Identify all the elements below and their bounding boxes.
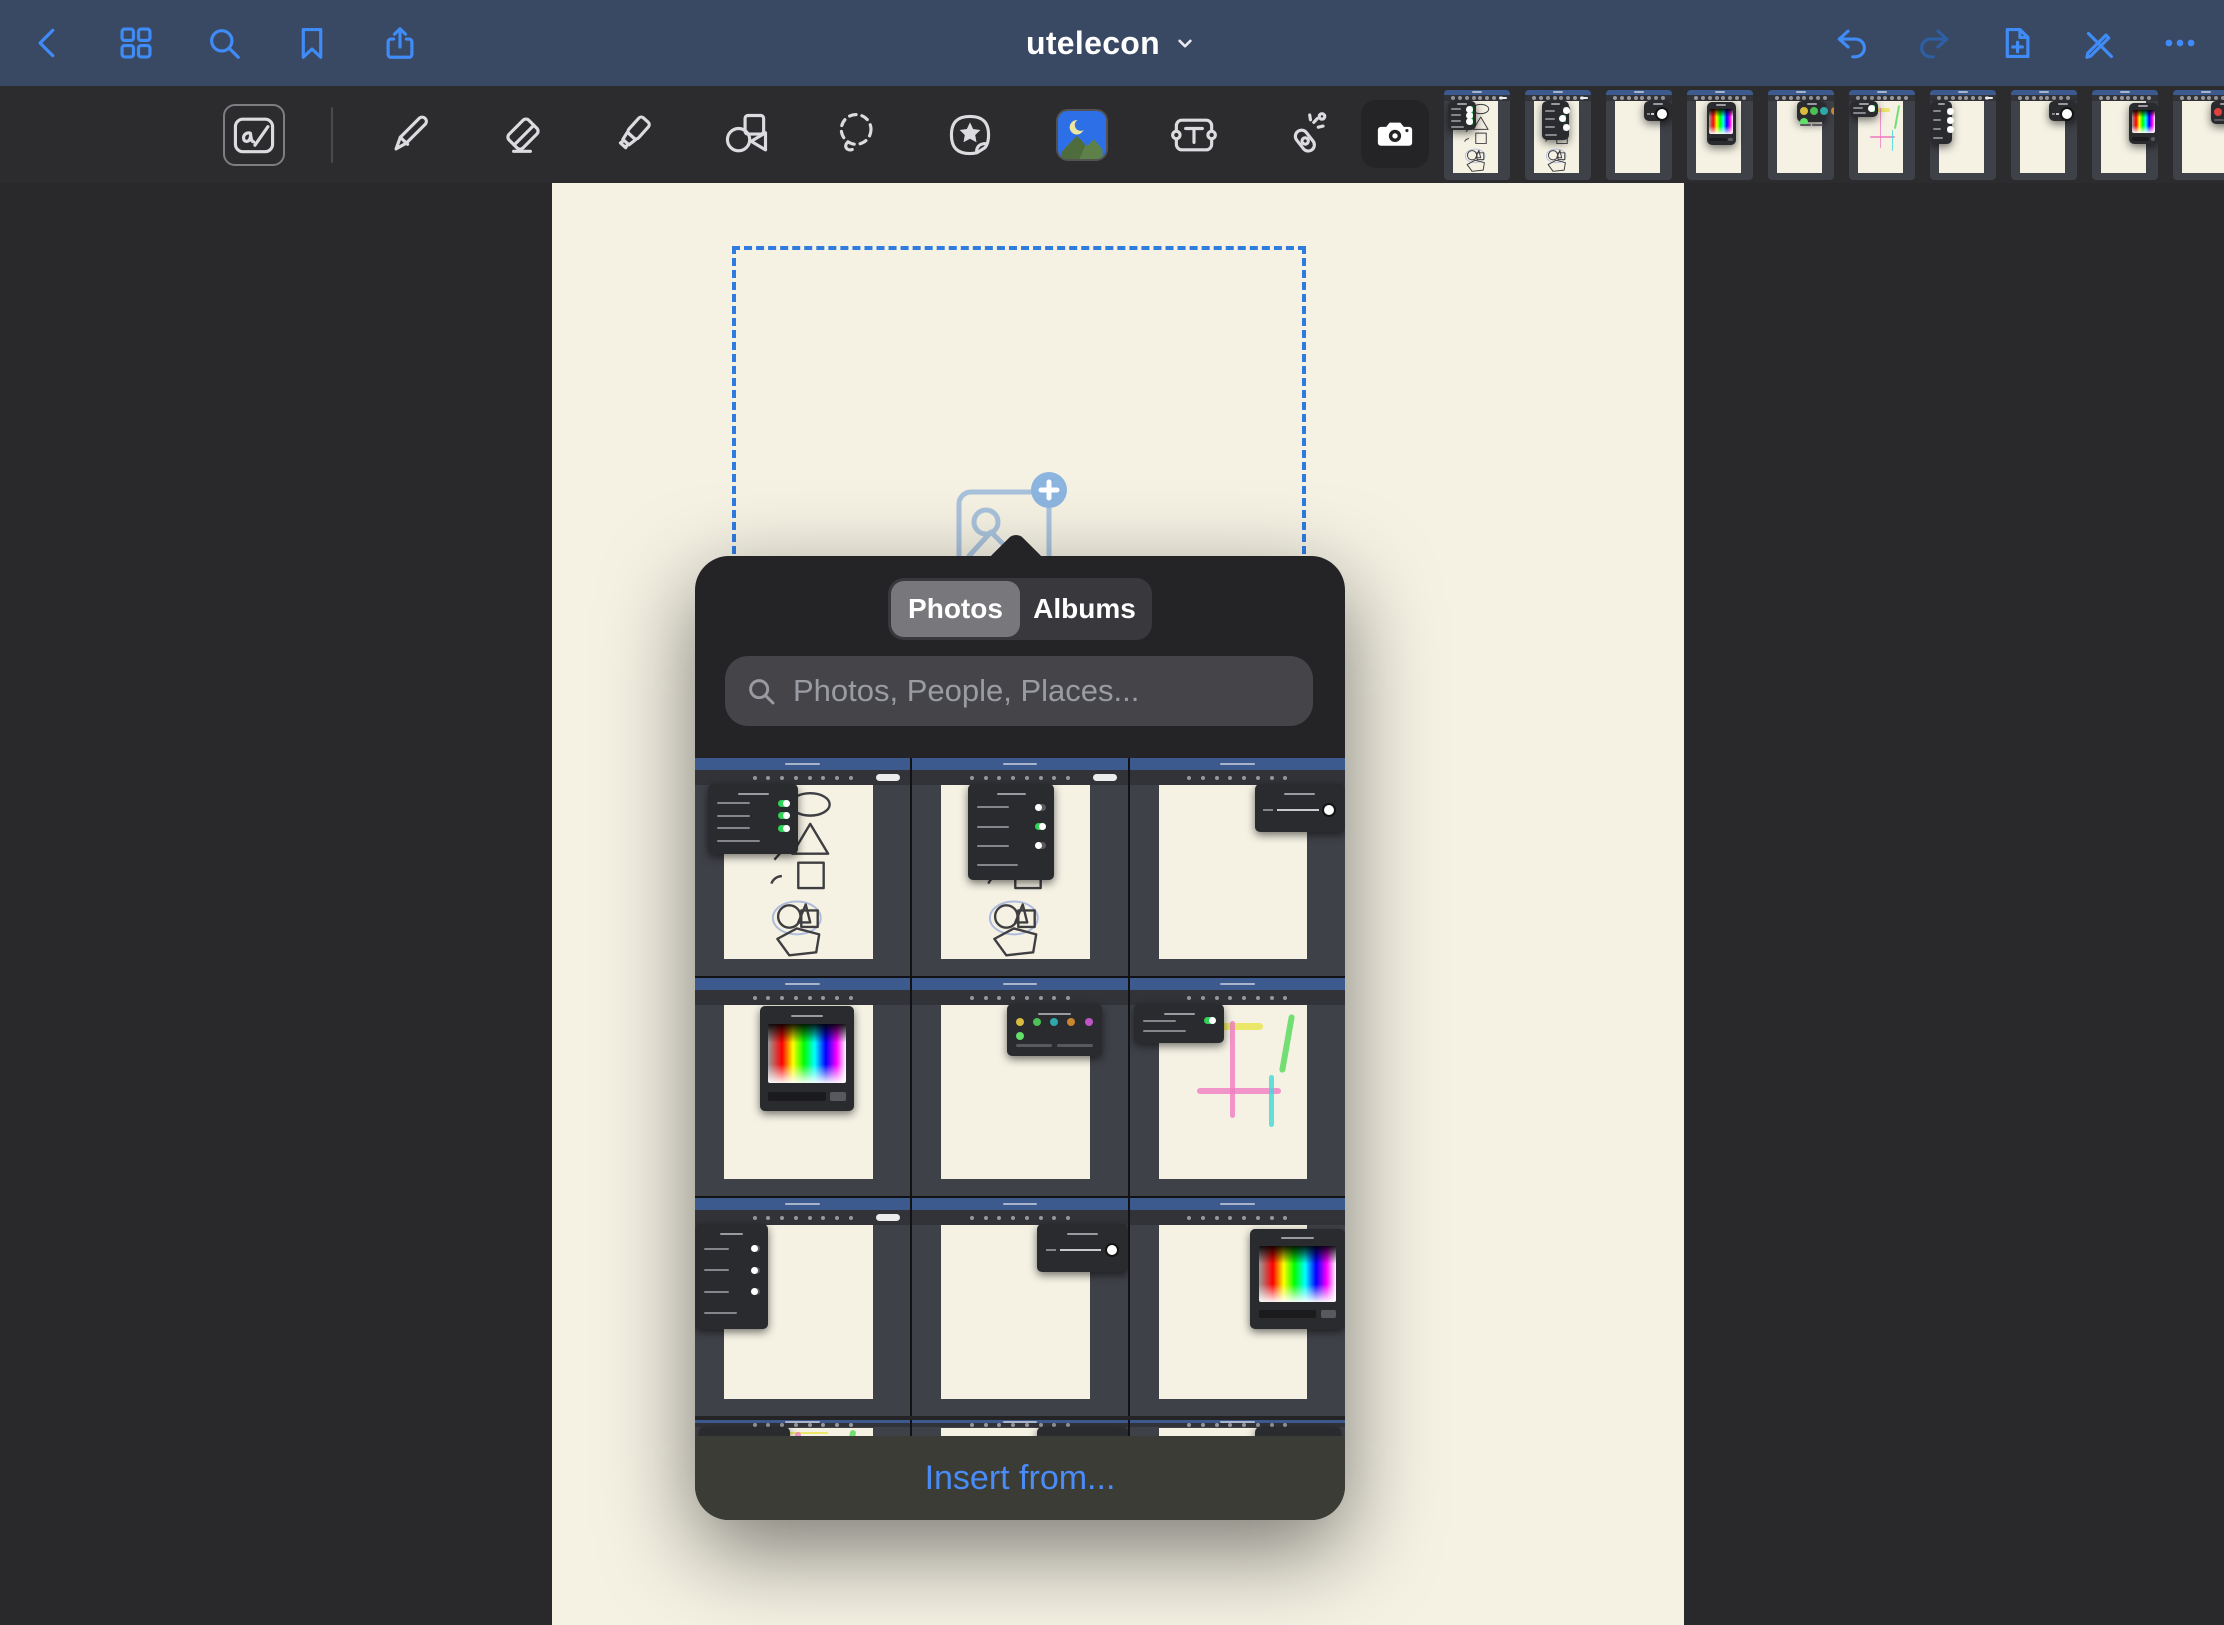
undo-button[interactable] bbox=[1826, 17, 1878, 69]
recent-photo-thumbnail-6[interactable] bbox=[1849, 90, 1915, 180]
recent-photo-thumbnail-9[interactable] bbox=[2092, 90, 2158, 180]
photo-thumbnail-partial-3[interactable] bbox=[1130, 1420, 1345, 1436]
elements-icon bbox=[944, 109, 996, 161]
search-icon bbox=[205, 24, 243, 62]
document-title-button[interactable]: utelecon bbox=[1026, 0, 1198, 86]
search-icon bbox=[745, 675, 777, 707]
elements-tool-button[interactable] bbox=[935, 100, 1005, 170]
image-tool-icon bbox=[1058, 111, 1106, 159]
photo-search-field[interactable] bbox=[725, 656, 1313, 726]
readonly-button[interactable] bbox=[2072, 17, 2124, 69]
photo-thumbnail-5[interactable] bbox=[912, 978, 1127, 1196]
app-window: utelecon bbox=[0, 0, 2224, 1625]
photo-thumbnail-partial-2[interactable] bbox=[912, 1420, 1127, 1436]
recent-photo-thumbnail-4[interactable] bbox=[1687, 90, 1753, 180]
lasso-icon bbox=[832, 109, 884, 161]
shapes-tool-button[interactable] bbox=[711, 100, 781, 170]
photos-albums-segmented-control: PhotosAlbums bbox=[888, 578, 1152, 640]
back-icon bbox=[29, 24, 67, 62]
toolbar-divider bbox=[331, 107, 333, 163]
recent-photo-thumbnail-5[interactable] bbox=[1768, 90, 1834, 180]
redo-icon bbox=[1915, 24, 1953, 62]
tab-photos[interactable]: Photos bbox=[891, 581, 1020, 637]
photo-thumbnail-4[interactable] bbox=[695, 978, 910, 1196]
bookmark-icon bbox=[293, 24, 331, 62]
photo-grid-partial-row bbox=[695, 1420, 1345, 1436]
undo-icon bbox=[1833, 24, 1871, 62]
recent-photo-thumbnail-7[interactable] bbox=[1930, 90, 1996, 180]
tab-albums[interactable]: Albums bbox=[1020, 581, 1149, 637]
highlighter-tool-button[interactable] bbox=[599, 100, 669, 170]
image-tool-button[interactable] bbox=[1047, 100, 1117, 170]
photo-thumbnail-9[interactable] bbox=[1130, 1198, 1345, 1416]
recent-photos-strip bbox=[1444, 90, 2224, 182]
shapes-icon bbox=[720, 109, 772, 161]
back-button[interactable] bbox=[22, 17, 74, 69]
search-button[interactable] bbox=[198, 17, 250, 69]
laser-pointer-tool-button[interactable] bbox=[1271, 100, 1341, 170]
camera-button[interactable] bbox=[1361, 100, 1429, 168]
eraser-tool-button[interactable] bbox=[487, 100, 557, 170]
text-tool-button[interactable] bbox=[1159, 100, 1229, 170]
add-page-icon bbox=[1997, 24, 2035, 62]
photo-thumbnail-6[interactable] bbox=[1130, 978, 1345, 1196]
add-page-button[interactable] bbox=[1990, 17, 2042, 69]
chevron-down-icon bbox=[1172, 30, 1198, 56]
pages-grid-icon bbox=[117, 24, 155, 62]
pages-grid-button[interactable] bbox=[110, 17, 162, 69]
lasso-tool-button[interactable] bbox=[823, 100, 893, 170]
photo-thumbnail-2[interactable] bbox=[912, 758, 1127, 976]
recent-photo-thumbnail-3[interactable] bbox=[1606, 90, 1672, 180]
redo-button[interactable] bbox=[1908, 17, 1960, 69]
camera-icon bbox=[1373, 112, 1417, 156]
tool-bar bbox=[0, 86, 2224, 183]
pen-tool-button[interactable] bbox=[375, 100, 445, 170]
readonly-icon bbox=[2079, 24, 2117, 62]
recent-photo-thumbnail-10[interactable] bbox=[2173, 90, 2224, 180]
photo-search-input[interactable] bbox=[791, 672, 1293, 710]
recent-photo-thumbnail-8[interactable] bbox=[2011, 90, 2077, 180]
pan-mode-tool-button[interactable] bbox=[219, 100, 289, 170]
text-icon bbox=[1168, 109, 1220, 161]
highlighter-icon bbox=[608, 109, 660, 161]
share-button[interactable] bbox=[374, 17, 426, 69]
photo-grid bbox=[695, 758, 1345, 1416]
document-title: utelecon bbox=[1026, 25, 1160, 62]
laser-pointer-icon bbox=[1280, 109, 1332, 161]
more-button[interactable] bbox=[2154, 17, 2206, 69]
bookmark-button[interactable] bbox=[286, 17, 338, 69]
eraser-icon bbox=[496, 109, 548, 161]
photo-thumbnail-partial-1[interactable] bbox=[695, 1420, 910, 1436]
recent-photo-thumbnail-2[interactable] bbox=[1525, 90, 1591, 180]
photo-thumbnail-1[interactable] bbox=[695, 758, 910, 976]
recent-photo-thumbnail-1[interactable] bbox=[1444, 90, 1510, 180]
pan-mode-icon bbox=[228, 109, 280, 161]
more-icon bbox=[2161, 24, 2199, 62]
photo-thumbnail-7[interactable] bbox=[695, 1198, 910, 1416]
photos-popover: PhotosAlbums Insert from... bbox=[695, 556, 1345, 1520]
share-icon bbox=[381, 24, 419, 62]
insert-from-button[interactable]: Insert from... bbox=[695, 1436, 1345, 1520]
pen-icon bbox=[384, 109, 436, 161]
photo-thumbnail-3[interactable] bbox=[1130, 758, 1345, 976]
photo-thumbnail-8[interactable] bbox=[912, 1198, 1127, 1416]
navigation-bar: utelecon bbox=[0, 0, 2224, 86]
